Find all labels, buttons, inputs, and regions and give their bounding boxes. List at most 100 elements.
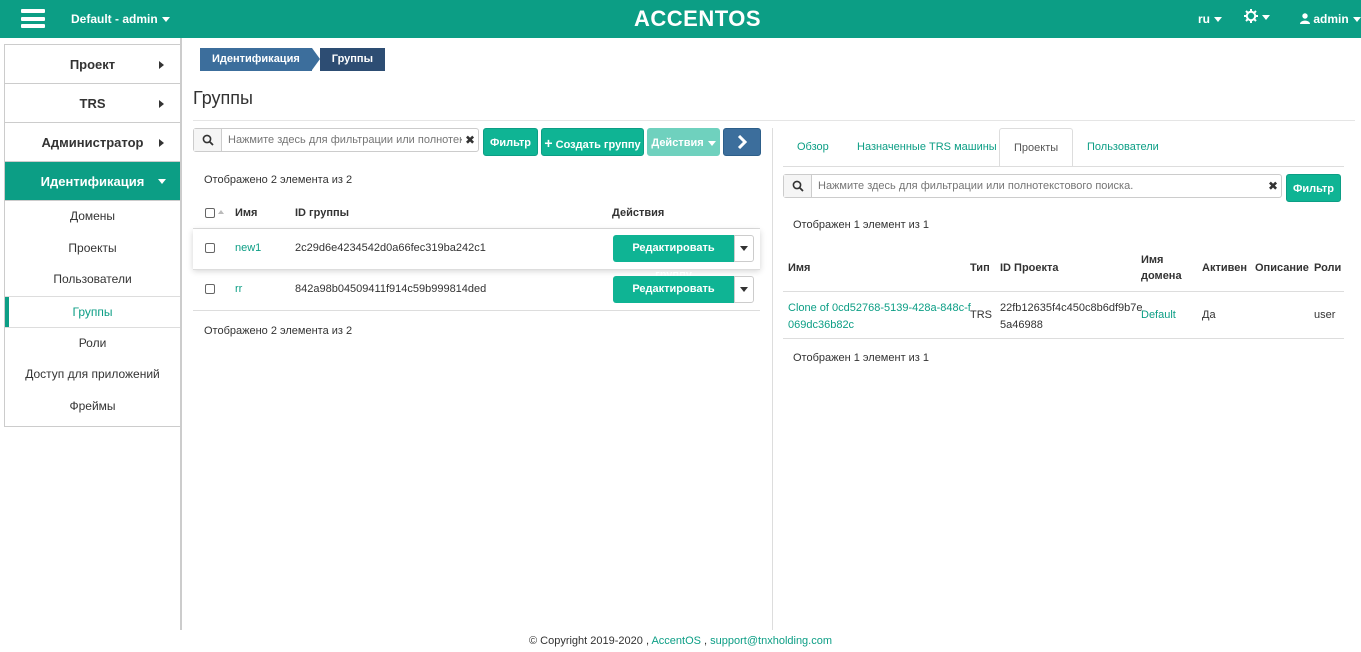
create-group-label: Создать группу [555, 139, 641, 151]
sidebar-item-label: TRS [79, 96, 106, 111]
context-label: Default - admin [71, 12, 158, 26]
chevron-down-icon [1214, 17, 1222, 23]
row-checkbox[interactable] [205, 284, 215, 294]
page-title: Группы [193, 88, 253, 108]
sidebar: Проект TRS Администратор Идентификация Д… [4, 44, 181, 427]
gear-icon [1244, 9, 1258, 23]
actions-dropdown-button[interactable]: Действия [647, 128, 720, 156]
table-divider [193, 269, 760, 270]
footer-support-email[interactable]: support@tnxholding.com [710, 635, 832, 647]
sidebar-item-trs[interactable]: TRS [5, 84, 180, 123]
chevron-down-icon [740, 287, 748, 292]
items-count-bottom: Отображено 2 элемента из 2 [204, 325, 353, 337]
table-divider [193, 310, 760, 311]
sidebar-subitem-app-credentials[interactable]: Доступ для приложений [5, 359, 180, 391]
select-all-checkbox[interactable] [205, 208, 215, 218]
search-icon [784, 175, 812, 197]
groups-search-box: ✖ [193, 128, 479, 152]
projects-count-bottom: Отображен 1 элемент из 1 [793, 352, 930, 364]
plus-icon: + [544, 135, 553, 151]
tab-users[interactable]: Пользователи [1087, 128, 1159, 167]
sidebar-subitem-frames[interactable]: Фреймы [5, 391, 180, 423]
language-selector[interactable]: ru [1198, 12, 1222, 26]
chevron-down-icon [1262, 15, 1270, 21]
column-header-group-id: ID группы [295, 207, 350, 219]
chevron-down-icon [158, 179, 166, 184]
title-divider [193, 120, 1355, 121]
sidebar-item-label: Проект [69, 57, 116, 72]
breadcrumb: Идентификация Группы [200, 48, 385, 71]
sort-icon[interactable] [218, 210, 224, 214]
column-header-roles: Роли [1314, 262, 1342, 274]
settings-menu[interactable] [1244, 9, 1270, 27]
menu-toggle-icon[interactable] [21, 9, 45, 28]
sidebar-subitem-domains[interactable]: Домены [5, 201, 180, 233]
chevron-down-icon [707, 140, 716, 146]
group-name-link[interactable]: new1 [235, 242, 261, 254]
project-id-line: 5a46988 [1000, 319, 1043, 331]
footer-copyright: © Copyright 2019-2020 , [528, 635, 649, 647]
row-actions-dropdown[interactable] [734, 276, 754, 303]
column-header-active: Активен [1202, 262, 1247, 274]
filter-button[interactable]: Фильтр [483, 128, 538, 156]
projects-filter-button[interactable]: Фильтр [1286, 174, 1341, 202]
project-name-line: 069dc36b82c [788, 319, 855, 331]
projects-search-input[interactable] [812, 176, 1265, 196]
column-header-name: Имя [788, 262, 811, 274]
sidebar-subitem-roles[interactable]: Роли [5, 328, 180, 360]
edit-group-button[interactable]: Редактировать группу [613, 276, 734, 322]
create-group-button[interactable]: + Создать группу [541, 128, 644, 156]
sidebar-divider [180, 38, 182, 630]
clear-search-icon[interactable]: ✖ [462, 133, 478, 147]
sidebar-item-admin[interactable]: Администратор [5, 123, 180, 162]
sidebar-item-identity[interactable]: Идентификация [5, 162, 180, 201]
brand-logo: ACCENTOS [634, 6, 762, 31]
sidebar-item-project[interactable]: Проект [5, 45, 180, 84]
footer-separator: , [704, 635, 708, 647]
top-navbar: Default - admin ACCENTOS ru admin [0, 0, 1361, 38]
groups-search-input[interactable] [222, 130, 462, 150]
actions-label: Действия [651, 137, 704, 149]
breadcrumb-identity[interactable]: Идентификация [200, 48, 312, 71]
sidebar-subitem-projects[interactable]: Проекты [5, 233, 180, 265]
projects-search-box: ✖ [783, 174, 1282, 198]
column-header-domain: Имя домена [1141, 254, 1182, 282]
clear-search-icon[interactable]: ✖ [1265, 179, 1281, 193]
breadcrumb-groups: Группы [319, 48, 385, 71]
user-icon [1300, 13, 1310, 24]
projects-count-top: Отображен 1 элемент из 1 [793, 219, 930, 231]
chevron-right-icon [159, 100, 164, 108]
project-active: Да [1202, 309, 1216, 321]
tabs-divider [783, 166, 1344, 167]
chevron-right-icon [159, 139, 164, 147]
column-header-name[interactable]: Имя [235, 207, 257, 219]
chevron-right-icon [737, 134, 748, 150]
domain-header-line: Имя [1141, 254, 1164, 266]
column-header-type: Тип [970, 262, 990, 274]
sidebar-subitem-users[interactable]: Пользователи [5, 264, 180, 296]
tab-trs-machines[interactable]: Назначенные TRS машины [857, 128, 997, 167]
breadcrumb-separator [311, 48, 320, 70]
group-id: 842a98b04509411f914c59b999814ded [295, 283, 487, 295]
project-name-link[interactable]: Clone of 0cd52768-5139-428a-848c-f 069dc3… [788, 300, 971, 334]
tab-projects[interactable]: Проекты [999, 128, 1074, 167]
project-roles: user [1314, 309, 1336, 321]
row-actions-dropdown[interactable] [734, 235, 754, 262]
context-selector[interactable]: Default - admin [71, 12, 170, 26]
search-icon [194, 129, 222, 151]
user-menu[interactable]: admin [1300, 12, 1361, 26]
edit-group-button[interactable]: Редактировать группу [613, 235, 734, 281]
tab-overview[interactable]: Обзор [797, 128, 829, 167]
sidebar-subitem-groups[interactable]: Группы [5, 296, 180, 328]
footer-brand-link[interactable]: AccentOS [651, 635, 701, 647]
column-header-actions: Действия [612, 207, 665, 219]
group-name-link[interactable]: rr [235, 283, 242, 295]
column-header-project-id: ID Проекта [1000, 262, 1059, 274]
expand-panel-button[interactable] [723, 128, 761, 156]
chevron-down-icon [1352, 17, 1361, 23]
panel-divider [772, 128, 773, 630]
domain-header-line: домена [1141, 270, 1182, 282]
project-domain-link[interactable]: Default [1141, 309, 1176, 321]
user-name: admin [1313, 12, 1349, 26]
row-checkbox[interactable] [205, 243, 215, 253]
